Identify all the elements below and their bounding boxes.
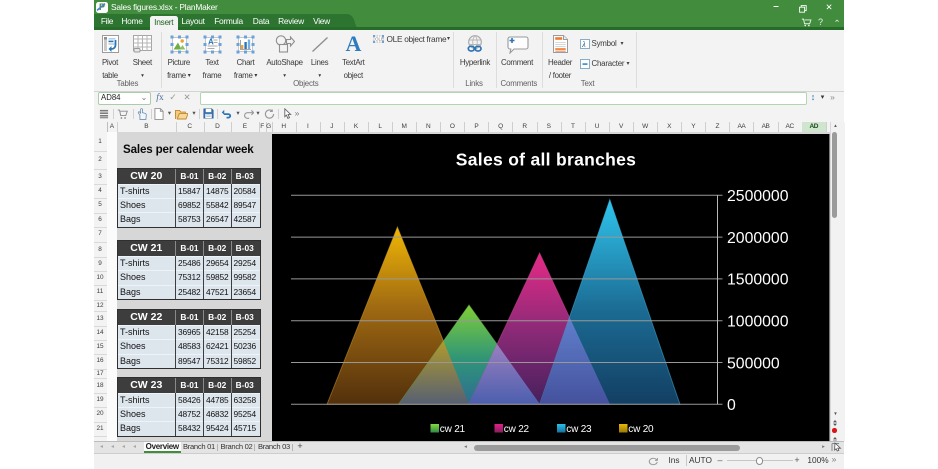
svg-text:Sales of all branches: Sales of all branches [456,150,636,170]
svg-text:2000000: 2000000 [727,230,789,247]
svg-text:0: 0 [727,397,736,414]
svg-text:OLE: OLE [375,36,384,41]
svg-text:A: A [208,38,214,47]
svg-text:cw 21: cw 21 [440,424,466,435]
svg-text:500000: 500000 [727,355,780,372]
svg-text:cw 20: cw 20 [628,424,654,435]
svg-text:2500000: 2500000 [727,188,789,205]
svg-text:1500000: 1500000 [727,272,789,289]
svg-text:cw 23: cw 23 [566,424,592,435]
svg-text:λ: λ [581,40,586,49]
svg-text:1000000: 1000000 [727,314,789,331]
svg-text:cw 22: cw 22 [504,424,530,435]
